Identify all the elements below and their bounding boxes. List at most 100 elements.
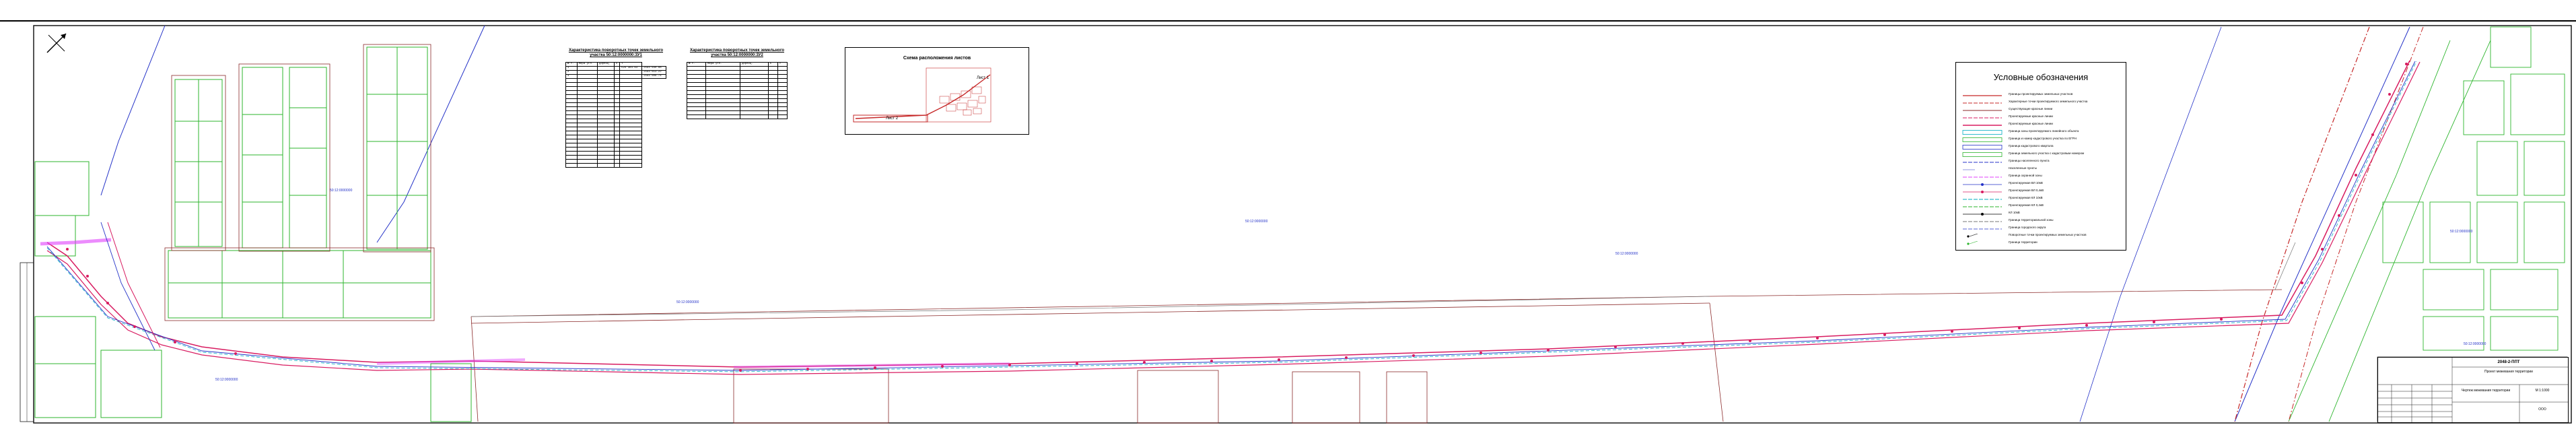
legend-item-label: Граница охранной зоны (2009, 174, 2042, 177)
legend-item: Проектируемая ВЛ 10кВ (1961, 181, 2120, 187)
legend-item-label: Поворотные точки проектируемых земельных… (2009, 233, 2087, 236)
coords-cell (705, 114, 740, 119)
legend-item: Населенные пункты (1961, 166, 2120, 172)
legend-item: Поворотные точки проектируемых земельных… (1961, 233, 2120, 239)
legend-item-label: Характерные точки проектируемого земельн… (2009, 100, 2088, 103)
sheet-layout-schema: Схема расположения листов Лист 1 Лист 2 (845, 47, 1029, 135)
legend-symbol (1963, 213, 2002, 216)
coords-cell (767, 114, 778, 119)
coords-cell (687, 114, 706, 119)
legend-item-label: Границы проектируемых земельных участков (2009, 92, 2073, 96)
legend-item-label: Проектируемые красные линии (2009, 114, 2053, 118)
coords-cell (565, 163, 578, 168)
legend-item: Проектируемая ВЛ 0,4кВ (1961, 189, 2120, 195)
legend-symbol (1963, 110, 2002, 111)
coords-cell (576, 163, 598, 168)
legend-item-label: Граница и номер кадастрового участка по … (2009, 137, 2077, 140)
coords-cell: 2193 608.74 (641, 74, 666, 79)
coords-table-1-grid: № т. Мера угл. Дирекц. X Y 1 524 384.63 2193 64… (565, 62, 666, 168)
coords-row (687, 114, 788, 119)
legend-item: КЛ 10кВ (1961, 211, 2120, 217)
coords-table-1: Характеристика поворотных точек земельно… (565, 48, 666, 168)
legend-item: Существующие красные линии (1961, 107, 2120, 113)
legend-item-label: Граница зоны проектируемого линейного об… (2009, 129, 2079, 133)
svg-text:50:12:0000000: 50:12:0000000 (1245, 220, 1268, 224)
legend-item: Проектируемые красные линии (1961, 122, 2120, 128)
legend-symbol (1963, 125, 2002, 126)
legend-item-label: Границы населенного пункта (2009, 159, 2050, 162)
legend-item-label: Проектируемая КЛ 10кВ (2009, 196, 2043, 199)
coords-cell (777, 114, 788, 119)
legend-item-label: Проектируемые красные линии (2009, 122, 2053, 125)
legend-item: Границы населенного пункта (1961, 159, 2120, 165)
title-stamp: 2048-2-ППТ Проект межевания территории Ч… (2377, 357, 2569, 423)
legend-item-label: Граница территориальной зоны (2009, 218, 2054, 222)
coords-table-1-title: Характеристика поворотных точек земельно… (568, 48, 664, 57)
cadastral-labels: 50:12:0000000 50:12:0000000 50:12:000000… (215, 189, 2486, 382)
legend-item-label: Граница земельного участка с кадастровым… (2009, 152, 2085, 155)
survey-plan-drawing: 50:12:0000000 50:12:0000000 50:12:000000… (20, 25, 2572, 424)
coords-cell (619, 163, 643, 168)
legend-item: Граница территории (1961, 240, 2120, 247)
stamp-grid (2378, 358, 2568, 422)
legend-symbol (1963, 228, 2002, 230)
coords-row (565, 163, 666, 168)
legend-symbol (1963, 221, 2002, 222)
coords-cell (739, 114, 769, 119)
legend-symbol (1962, 130, 2003, 135)
legend-symbol (1963, 102, 2002, 104)
legend-item-label: Граница кадастрового квартала (2009, 144, 2054, 147)
legend-symbol (1963, 199, 2002, 200)
coords-table-2-title: Характеристика поворотных точек земельно… (689, 48, 785, 57)
schema-sheet-1: Лист 1 (977, 76, 989, 80)
legend-symbol (1963, 169, 1975, 170)
legend-symbol (1963, 117, 2002, 119)
north-arrow-icon (46, 33, 67, 53)
legend-symbol (1963, 183, 2002, 186)
legend-title: Условные обозначения (1993, 72, 2089, 82)
svg-text:50:12:0000000: 50:12:0000000 (2464, 342, 2486, 346)
legend-symbol (1963, 206, 2002, 207)
legend-symbol (1963, 162, 2002, 163)
svg-text:50:12:0000000: 50:12:0000000 (676, 300, 699, 304)
legend-symbol (1967, 241, 1978, 245)
legend-item: Проектируемая КЛ 10кВ (1961, 196, 2120, 202)
red-line-project (2234, 26, 2370, 422)
legend-item: Границы проектируемых земельных участков (1961, 92, 2120, 98)
legend-symbol (1963, 191, 2002, 193)
legend-symbol (1962, 145, 2003, 150)
schema-sheet-2: Лист 2 (886, 117, 899, 121)
legend-symbol (1963, 95, 2002, 96)
legend-item: Граница городского округа (1961, 226, 2120, 232)
svg-text:50:12:0000000: 50:12:0000000 (2450, 230, 2473, 234)
legend-item-label: Проектируемая ВЛ 10кВ (2009, 181, 2043, 185)
top-toolbar-strip (0, 0, 2576, 22)
coords-table-2: Характеристика поворотных точек земельно… (687, 48, 788, 119)
legend-item: Граница земельного участка с кадастровым… (1961, 152, 2120, 158)
legend: Условные обозначения Границы проектируем… (1955, 62, 2126, 251)
legend-item-label: Населенные пункты (2009, 166, 2037, 170)
legend-item: Проектируемые красные линии (1961, 114, 2120, 121)
legend-item-label: Граница городского округа (2009, 226, 2046, 229)
legend-item-label: Проектируемая КЛ 0,4кВ (2009, 203, 2044, 207)
coords-cell (596, 163, 615, 168)
quarter-boundary (100, 25, 166, 196)
svg-text:50:12:0000000: 50:12:0000000 (330, 189, 353, 193)
schema-drawing (853, 67, 991, 123)
legend-symbol (1967, 234, 1978, 238)
parcels-left (34, 46, 472, 422)
legend-item: Граница и номер кадастрового участка по … (1961, 137, 2120, 143)
legend-item: Граница кадастрового квартала (1961, 144, 2120, 150)
legend-item: Характерные точки проектируемого земельн… (1961, 100, 2120, 106)
coords-cell (613, 163, 621, 168)
legend-symbol (1962, 137, 2003, 142)
legend-item: Граница территориальной зоны (1961, 218, 2120, 224)
legend-item-label: Проектируемая ВЛ 0,4кВ (2009, 189, 2044, 192)
svg-text:50:12:0000000: 50:12:0000000 (215, 378, 238, 382)
road-edges (471, 242, 2296, 317)
legend-item-label: Граница территории (2009, 240, 2038, 244)
svg-text:50:12:0000000: 50:12:0000000 (1615, 252, 1638, 256)
legend-symbol (1962, 152, 2003, 157)
legend-item: Проектируемая КЛ 0,4кВ (1961, 203, 2120, 209)
legend-symbol (1963, 176, 2002, 178)
